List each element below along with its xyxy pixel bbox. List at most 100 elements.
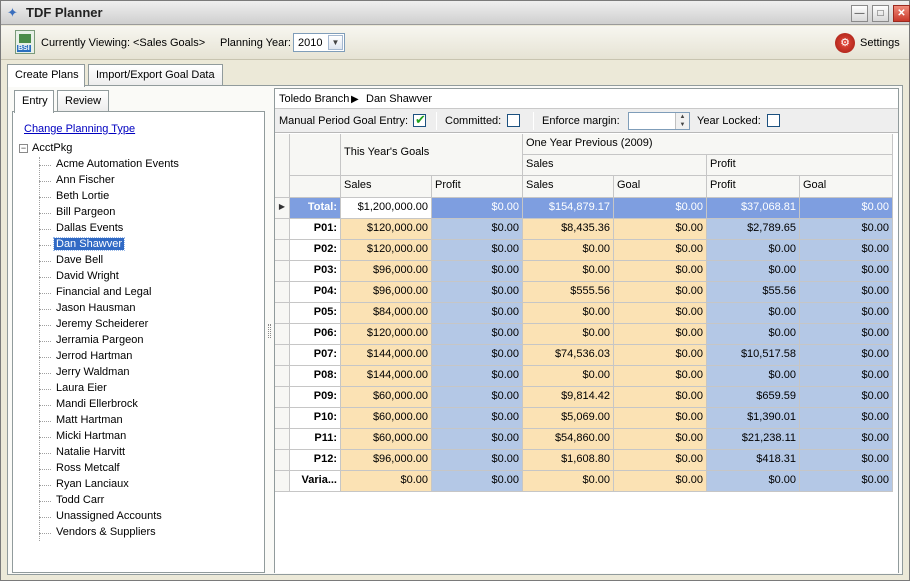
bsi-logo-icon: BSI	[15, 30, 35, 54]
grid-cell[interactable]: $96,000.00	[341, 282, 432, 303]
tab-entry[interactable]: Entry	[14, 90, 54, 113]
row-selector[interactable]	[275, 387, 290, 408]
grid-cell: $0.00	[800, 240, 893, 261]
title-bar[interactable]: ✦ TDF Planner — □ ✕	[1, 1, 910, 25]
row-selector[interactable]	[275, 261, 290, 282]
breadcrumb-person: Dan Shawver	[366, 93, 433, 105]
tree-root-label: AcctPkg	[32, 142, 73, 154]
column-header[interactable]: Goal	[614, 176, 707, 198]
tree-item-label: Ross Metcalf	[56, 462, 120, 474]
grid-cell[interactable]: $60,000.00	[341, 408, 432, 429]
tab-import-export[interactable]: Import/Export Goal Data	[88, 64, 223, 86]
grid-cell[interactable]: $84,000.00	[341, 303, 432, 324]
row-selector[interactable]	[275, 450, 290, 471]
grid-cell[interactable]: $60,000.00	[341, 429, 432, 450]
row-selector[interactable]	[275, 429, 290, 450]
row-selector[interactable]	[275, 471, 290, 492]
minimize-button[interactable]: —	[851, 5, 868, 22]
column-header[interactable]: Profit	[707, 176, 800, 198]
grid-cell[interactable]: $120,000.00	[341, 219, 432, 240]
row-selector[interactable]	[275, 366, 290, 387]
grid-cell: $0.00	[614, 240, 707, 261]
tree-connector	[39, 325, 51, 326]
row-selector[interactable]	[275, 345, 290, 366]
tree-connector	[39, 389, 51, 390]
grid-cell: $1,608.80	[523, 450, 614, 471]
grid-cell: $0.00	[707, 471, 800, 492]
row-label: Varia...	[290, 471, 341, 492]
grid-cell[interactable]: $96,000.00	[341, 450, 432, 471]
grid-cell: $0.00	[432, 282, 523, 303]
grid-cell[interactable]: $120,000.00	[341, 240, 432, 261]
create-plans-panel: Entry Review Change Planning Type − Acct…	[7, 85, 903, 575]
splitter-handle[interactable]	[268, 324, 271, 338]
grid-cell[interactable]: $144,000.00	[341, 345, 432, 366]
tab-review[interactable]: Review	[57, 90, 109, 112]
row-selector[interactable]	[275, 240, 290, 261]
row-label: P09:	[290, 387, 341, 408]
currently-viewing-value: <Sales Goals>	[133, 37, 206, 49]
grid-cell[interactable]: $1,200,000.00	[341, 198, 432, 219]
tree-item-label: Jeremy Scheiderer	[56, 318, 149, 330]
column-header[interactable]: Profit	[432, 176, 523, 198]
header-this-years-goals: This Year's Goals	[341, 134, 523, 176]
tree-connector	[39, 533, 51, 534]
spin-down-icon[interactable]: ▼	[676, 121, 689, 129]
grid-cell: $0.00	[523, 240, 614, 261]
settings-button[interactable]: ⚙ Settings	[833, 32, 905, 54]
tree-connector	[39, 261, 51, 262]
grid-cell[interactable]: $96,000.00	[341, 261, 432, 282]
currently-viewing-label: Currently Viewing:	[41, 37, 131, 49]
column-header[interactable]: Goal	[800, 176, 893, 198]
tree-connector	[39, 357, 51, 358]
grid-cell: $0.00	[800, 303, 893, 324]
planning-year-label: Planning Year:	[220, 37, 291, 49]
tree-item-label: Unassigned Accounts	[56, 510, 162, 522]
planning-year-select[interactable]: 2010 ▼	[293, 33, 345, 52]
grid-cell[interactable]: $144,000.00	[341, 366, 432, 387]
row-label: P12:	[290, 450, 341, 471]
tree-connector	[39, 421, 51, 422]
tab-create-plans[interactable]: Create Plans	[7, 64, 85, 87]
grid-cell[interactable]: $0.00	[341, 471, 432, 492]
breadcrumb-arrow-icon: ▶	[351, 94, 359, 105]
spin-up-icon[interactable]: ▲	[676, 113, 689, 121]
grid-cell[interactable]: $120,000.00	[341, 324, 432, 345]
close-button[interactable]: ✕	[893, 5, 910, 22]
grid-cell: $9,814.42	[523, 387, 614, 408]
tree-item-label: Matt Hartman	[56, 414, 123, 426]
chevron-down-icon[interactable]: ▼	[328, 35, 343, 50]
maximize-button[interactable]: □	[872, 5, 889, 22]
row-selector[interactable]	[275, 408, 290, 429]
row-label: P01:	[290, 219, 341, 240]
collapse-icon[interactable]: −	[19, 144, 28, 153]
committed-label: Committed:	[445, 115, 502, 127]
row-label: P08:	[290, 366, 341, 387]
row-selector[interactable]	[275, 282, 290, 303]
manual-entry-checkbox[interactable]	[413, 112, 426, 128]
gear-icon: ⚙	[835, 33, 855, 53]
grid-cell: $21,238.11	[707, 429, 800, 450]
change-planning-type-link[interactable]: Change Planning Type	[24, 123, 135, 135]
grid-cell: $0.00	[523, 324, 614, 345]
options-bar: Manual Period Goal Entry: Committed: Enf…	[275, 109, 898, 133]
manual-entry-label: Manual Period Goal Entry:	[279, 115, 409, 127]
grid-cell: $0.00	[800, 471, 893, 492]
enforce-margin-input[interactable]: ▲ ▼	[628, 112, 690, 130]
margin-spinner[interactable]: ▲ ▼	[675, 113, 689, 129]
grid-corner	[275, 134, 290, 198]
grid-cell: $659.59	[707, 387, 800, 408]
row-selector[interactable]	[275, 324, 290, 345]
left-panel: Entry Review Change Planning Type − Acct…	[12, 88, 265, 573]
grid-cell: $0.00	[800, 198, 893, 219]
committed-checkbox[interactable]	[507, 114, 520, 127]
tree-connector	[39, 157, 40, 541]
column-header[interactable]: Sales	[523, 176, 614, 198]
row-selector[interactable]	[275, 219, 290, 240]
current-row-indicator-icon[interactable]: ▶	[275, 198, 290, 219]
grid-cell[interactable]: $60,000.00	[341, 387, 432, 408]
row-selector[interactable]	[275, 303, 290, 324]
year-locked-checkbox[interactable]	[767, 114, 780, 127]
column-header[interactable]: Sales	[341, 176, 432, 198]
header-prev-sales-group: Sales	[523, 155, 707, 176]
